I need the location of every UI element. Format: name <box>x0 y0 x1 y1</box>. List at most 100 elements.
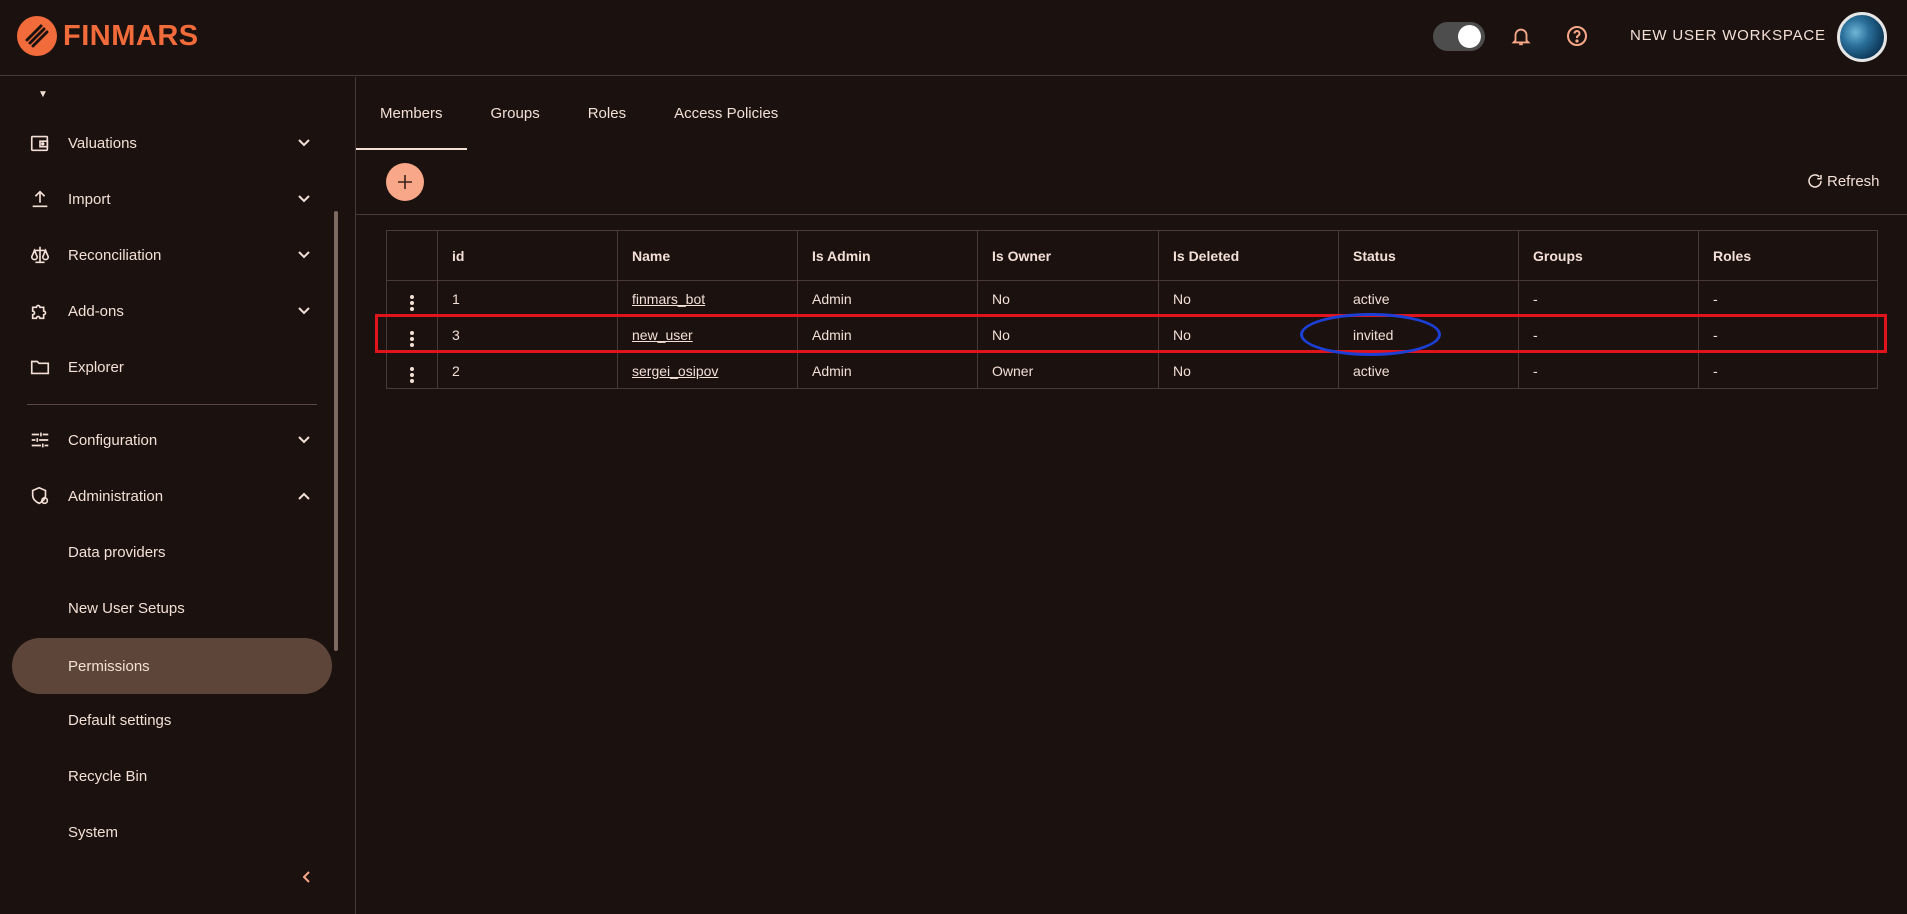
cell-status: active <box>1338 280 1519 317</box>
more-vertical-icon[interactable] <box>410 367 414 383</box>
cell-is-owner: No <box>977 280 1159 317</box>
cell-is-admin: Admin <box>797 316 978 353</box>
sidebar-subitem-label: Recycle Bin <box>68 767 148 785</box>
sidebar-item-configuration[interactable]: Configuration <box>0 415 340 465</box>
logo-text: FINMARS <box>63 19 199 52</box>
table-row[interactable]: 2 sergei_osipov Admin Owner No active - … <box>386 352 1878 389</box>
upload-icon <box>28 187 52 211</box>
sidebar-item-label: Reconciliation <box>68 246 162 264</box>
sidebar-item-reconciliation[interactable]: Reconciliation <box>0 230 340 280</box>
cell-status: invited <box>1338 316 1519 353</box>
collapse-sidebar-icon[interactable] <box>296 867 316 887</box>
finmars-logo[interactable]: FINMARS <box>17 16 199 56</box>
sidebar-subitem-label: System <box>68 823 119 841</box>
cell-roles: - <box>1698 352 1878 389</box>
table-row[interactable]: 1 finmars_bot Admin No No active - - <box>386 280 1878 317</box>
chevron-down-icon <box>293 300 315 322</box>
member-name-link[interactable]: sergei_osipov <box>632 363 718 379</box>
sidebar-scrollbar[interactable] <box>334 211 338 651</box>
row-menu-cell <box>386 316 438 353</box>
cell-groups: - <box>1518 280 1699 317</box>
tab-access-policies[interactable]: Access Policies <box>650 77 802 150</box>
toolbar-divider <box>356 214 1907 215</box>
sidebar-subitem-recycle-bin[interactable]: Recycle Bin <box>0 751 340 801</box>
plus-icon <box>398 175 412 189</box>
sidebar-subitem-default-settings[interactable]: Default settings <box>0 695 340 745</box>
refresh-label: Refresh <box>1827 172 1880 190</box>
cell-groups: - <box>1518 316 1699 353</box>
cell-id: 3 <box>437 316 618 353</box>
cell-is-deleted: No <box>1158 316 1339 353</box>
chevron-down-icon <box>293 429 315 451</box>
column-header-is-admin[interactable]: Is Admin <box>797 230 978 281</box>
member-name-link[interactable]: finmars_bot <box>632 291 705 307</box>
sidebar-item-valuations[interactable]: Valuations <box>0 118 340 168</box>
logo-mark-icon <box>17 16 57 56</box>
tab-members[interactable]: Members <box>356 77 467 150</box>
row-menu-cell <box>386 352 438 389</box>
wallet-icon <box>28 131 52 155</box>
chevron-down-icon <box>293 132 315 154</box>
cell-name: sergei_osipov <box>617 352 798 389</box>
sidebar-item-administration[interactable]: Administration <box>0 471 340 521</box>
more-vertical-icon[interactable] <box>410 295 414 311</box>
cell-roles: - <box>1698 316 1878 353</box>
cell-is-deleted: No <box>1158 352 1339 389</box>
cell-is-admin: Admin <box>797 352 978 389</box>
sidebar-subitem-data-providers[interactable]: Data providers <box>0 527 340 577</box>
sidebar-item-import[interactable]: Import <box>0 174 340 224</box>
refresh-icon <box>1808 174 1822 188</box>
cell-roles: - <box>1698 280 1878 317</box>
sidebar-item-label: Import <box>68 190 111 208</box>
cell-name: finmars_bot <box>617 280 798 317</box>
avatar[interactable] <box>1837 12 1887 62</box>
sidebar-subitem-permissions[interactable]: Permissions <box>12 638 332 694</box>
sidebar-subitem-label: Default settings <box>68 711 172 729</box>
cell-is-owner: No <box>977 316 1159 353</box>
tab-groups[interactable]: Groups <box>467 77 564 150</box>
column-header-name[interactable]: Name <box>617 230 798 281</box>
column-header-id[interactable]: id <box>437 230 618 281</box>
sidebar-subitem-new-user-setups[interactable]: New User Setups <box>0 583 340 633</box>
table-header-row: id Name Is Admin Is Owner Is Deleted Sta… <box>386 230 1878 281</box>
workspace-name[interactable]: NEW USER WORKSPACE <box>1630 27 1826 44</box>
sidebar-item-label: Administration <box>68 487 164 505</box>
shield-gear-icon <box>28 484 52 508</box>
toggle-knob <box>1458 25 1481 48</box>
member-name-link[interactable]: new_user <box>632 327 693 343</box>
sidebar-subitem-label: Permissions <box>68 657 150 675</box>
sidebar-item-add-ons[interactable]: Add-ons <box>0 286 340 336</box>
sidebar-subitem-system[interactable]: System <box>0 807 340 857</box>
top-bar: FINMARS NEW USER WORKSPACE <box>0 0 1907 76</box>
cell-name: new_user <box>617 316 798 353</box>
sidebar-item-explorer[interactable]: Explorer <box>0 342 340 392</box>
cell-id: 2 <box>437 352 618 389</box>
tab-bar: Members Groups Roles Access Policies <box>356 77 802 150</box>
table-row[interactable]: 3 new_user Admin No No invited - - <box>386 316 1878 353</box>
cell-is-deleted: No <box>1158 280 1339 317</box>
column-header-is-owner[interactable]: Is Owner <box>977 230 1159 281</box>
cell-is-owner: Owner <box>977 352 1159 389</box>
column-header-status[interactable]: Status <box>1338 230 1519 281</box>
chevron-down-icon <box>293 244 315 266</box>
tab-roles[interactable]: Roles <box>564 77 650 150</box>
add-member-button[interactable] <box>386 163 424 201</box>
puzzle-icon <box>28 299 52 323</box>
help-icon[interactable] <box>1563 22 1591 50</box>
sidebar-divider <box>27 404 317 405</box>
chevron-down-icon <box>293 188 315 210</box>
column-header-is-deleted[interactable]: Is Deleted <box>1158 230 1339 281</box>
chevron-up-icon <box>293 485 315 507</box>
column-header-actions <box>386 230 438 281</box>
caret-down-icon[interactable]: ▼ <box>38 89 48 100</box>
cell-is-admin: Admin <box>797 280 978 317</box>
sidebar-item-label: Configuration <box>68 431 158 449</box>
sidebar-item-label: Valuations <box>68 134 137 152</box>
refresh-button[interactable]: Refresh <box>1806 172 1880 190</box>
column-header-groups[interactable]: Groups <box>1518 230 1699 281</box>
column-header-roles[interactable]: Roles <box>1698 230 1878 281</box>
scale-icon <box>28 243 52 267</box>
theme-toggle[interactable] <box>1433 22 1485 51</box>
more-vertical-icon[interactable] <box>410 331 414 347</box>
bell-icon[interactable] <box>1507 22 1535 50</box>
